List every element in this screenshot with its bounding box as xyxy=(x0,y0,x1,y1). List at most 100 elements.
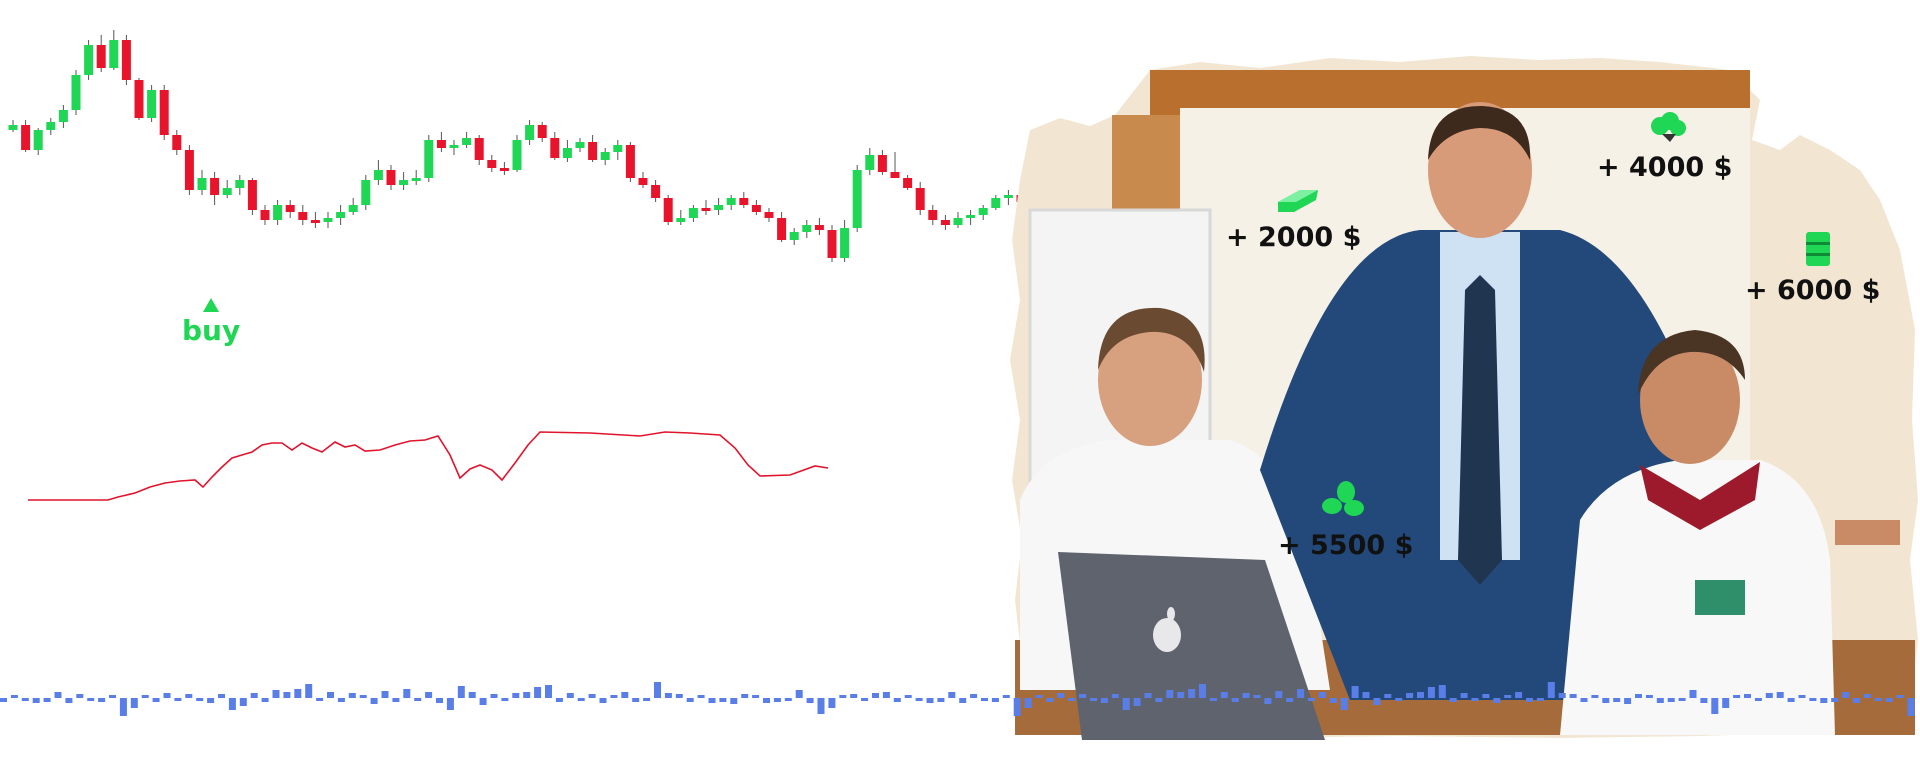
candle xyxy=(890,152,900,178)
volume-bar xyxy=(523,692,531,698)
volume-bar xyxy=(588,694,596,698)
volume-bar xyxy=(1340,698,1348,710)
volume-bar xyxy=(861,698,869,701)
volume-bar xyxy=(1329,698,1337,703)
volume-bar xyxy=(763,698,770,703)
reward-oil-amount: + 6000 $ xyxy=(1745,275,1881,306)
volume-bar xyxy=(828,698,836,708)
candle xyxy=(84,40,94,80)
volume-bar xyxy=(1558,693,1566,698)
volume-bar xyxy=(632,698,640,702)
candle xyxy=(966,210,976,225)
candle xyxy=(903,175,913,190)
candle xyxy=(953,212,963,228)
volume-bar xyxy=(54,692,62,698)
volume-bar xyxy=(1318,692,1326,698)
indicator-line xyxy=(28,431,829,501)
volume-bar xyxy=(1231,698,1239,702)
volume-bar xyxy=(327,692,334,698)
volume-bar xyxy=(1002,695,1010,698)
volume-bar xyxy=(446,698,454,710)
candle xyxy=(462,132,472,148)
volume-bar xyxy=(1885,698,1893,702)
volume-bar xyxy=(425,692,433,698)
volume-bar xyxy=(981,698,988,701)
volume-bar xyxy=(882,692,890,698)
volume-bar xyxy=(555,698,563,702)
volume-bar xyxy=(1765,693,1773,698)
candle xyxy=(978,205,988,220)
candle xyxy=(33,128,43,155)
volume-bar xyxy=(970,694,978,698)
candle xyxy=(638,172,648,188)
volume-bar xyxy=(1242,693,1250,698)
candle xyxy=(777,212,787,242)
volume-bar xyxy=(1395,698,1403,701)
volume-bar xyxy=(1645,695,1653,698)
candle xyxy=(235,175,245,195)
volume-bar xyxy=(1831,698,1839,702)
volume-bar xyxy=(1482,694,1490,698)
volume-bar xyxy=(1111,694,1119,698)
candle xyxy=(71,70,81,115)
candle xyxy=(663,195,673,225)
volume-bar xyxy=(207,698,215,703)
volume-bar xyxy=(1122,698,1130,710)
volume-bar xyxy=(675,694,683,698)
volume-bar xyxy=(1090,698,1097,701)
candle xyxy=(865,148,875,175)
volume-bar xyxy=(1384,694,1392,698)
volume-bar xyxy=(1438,685,1446,698)
candle xyxy=(915,182,925,215)
volume-bar xyxy=(76,694,84,698)
candlestick-chart xyxy=(8,30,1089,262)
candle xyxy=(802,220,812,238)
candle xyxy=(96,35,106,72)
volume-bar xyxy=(1798,695,1806,698)
volume-bar xyxy=(479,698,487,705)
volume-bar xyxy=(1700,698,1708,703)
shirt-logo xyxy=(1695,580,1745,615)
reward-cotton-amount: + 4000 $ xyxy=(1597,152,1733,183)
volume-bar xyxy=(1406,693,1414,698)
volume-bar xyxy=(119,698,127,716)
volume-bar xyxy=(784,698,792,701)
candle xyxy=(827,225,837,262)
volume-bar xyxy=(1809,698,1817,701)
volume-bar xyxy=(926,698,934,703)
candle xyxy=(273,200,283,225)
volume-bar xyxy=(1351,686,1359,698)
candle xyxy=(625,142,635,182)
volume-bar xyxy=(1275,691,1283,698)
volume-bar xyxy=(697,695,705,698)
volume-bar xyxy=(795,690,803,698)
candle xyxy=(210,172,220,205)
volume-bar xyxy=(414,698,422,701)
volume-bar xyxy=(152,698,160,702)
volume-bar xyxy=(130,698,138,708)
volume-bar xyxy=(1155,698,1163,702)
volume-bar xyxy=(1024,698,1032,708)
volume-bar xyxy=(752,695,760,698)
volume-bar xyxy=(1536,698,1544,701)
volume-bar xyxy=(1308,698,1315,701)
candle xyxy=(651,180,661,202)
volume-bar xyxy=(348,693,356,698)
volume-bar xyxy=(468,692,476,698)
volume-bar xyxy=(1417,692,1424,698)
volume-bar xyxy=(457,686,465,698)
volume-bar xyxy=(817,698,825,714)
candle xyxy=(751,200,761,215)
volume-bar xyxy=(141,695,149,698)
volume-bar xyxy=(599,698,607,703)
candle xyxy=(512,135,522,172)
volume-bar xyxy=(239,698,247,706)
volume-bar xyxy=(1057,693,1065,698)
volume-bar xyxy=(283,692,291,698)
volume-bar xyxy=(403,689,411,698)
volume-bar xyxy=(1460,693,1468,698)
volume-bar xyxy=(1079,694,1087,698)
volume-bar xyxy=(21,698,29,701)
candle xyxy=(298,205,308,225)
volume-bar xyxy=(1166,690,1174,698)
